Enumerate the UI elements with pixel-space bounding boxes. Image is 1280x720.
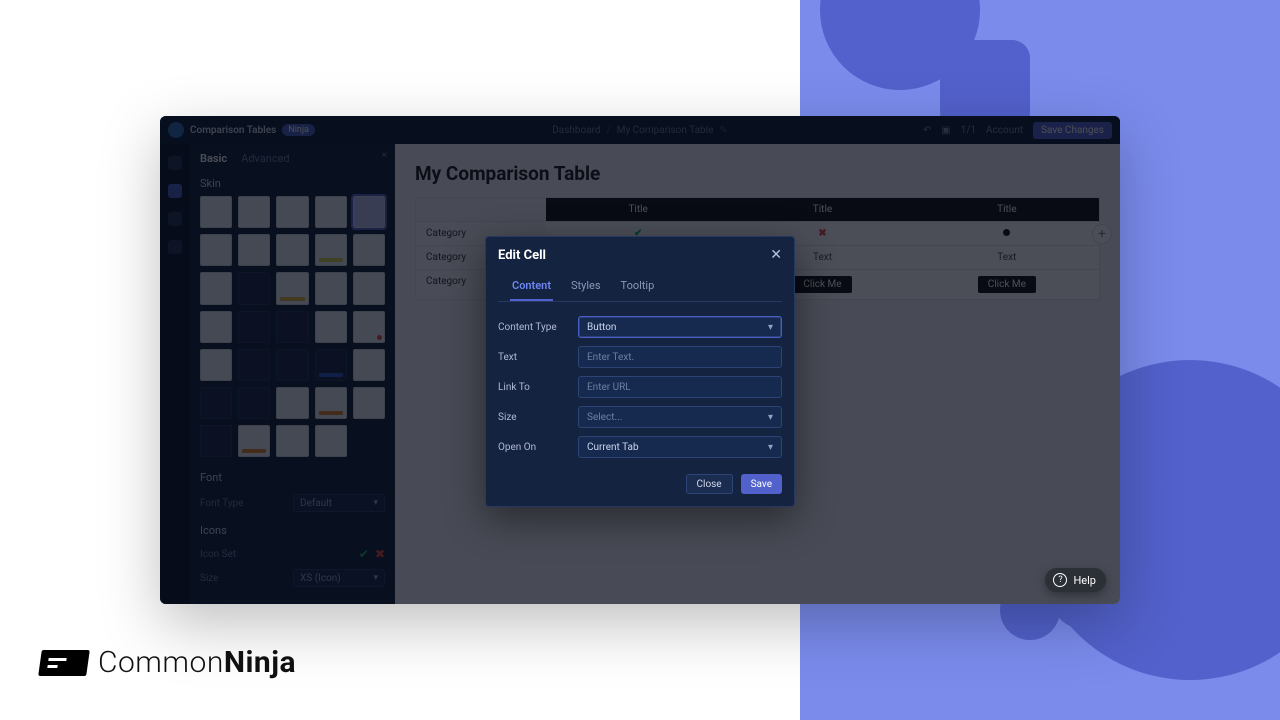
size-value: Select... (587, 412, 622, 423)
open-on-select[interactable]: Current Tab ▾ (578, 436, 782, 458)
link-to-placeholder: Enter URL (587, 382, 631, 393)
modal-title: Edit Cell (498, 248, 546, 263)
content-type-label: Content Type (498, 322, 570, 333)
chevron-down-icon: ▾ (768, 412, 773, 423)
help-button[interactable]: ? Help (1045, 568, 1106, 592)
brand-word-b: Ninja (224, 645, 296, 680)
text-input[interactable]: Enter Text. (578, 346, 782, 368)
content-type-select[interactable]: Button ▾ (578, 316, 782, 338)
modal-tabs: Content Styles Tooltip (498, 273, 782, 302)
modal-save-button[interactable]: Save (741, 474, 782, 494)
chevron-down-icon: ▾ (768, 322, 773, 333)
link-to-label: Link To (498, 382, 570, 393)
modal-tab-tooltip[interactable]: Tooltip (619, 273, 657, 301)
help-icon: ? (1053, 573, 1067, 587)
modal-tab-styles[interactable]: Styles (569, 273, 603, 301)
text-placeholder: Enter Text. (587, 352, 634, 363)
open-on-value: Current Tab (587, 442, 639, 453)
help-label: Help (1073, 574, 1096, 587)
modal-close-button[interactable]: Close (686, 474, 733, 494)
link-to-input[interactable]: Enter URL (578, 376, 782, 398)
modal-close-icon[interactable]: ✕ (770, 247, 782, 263)
brand-word-a: Common (98, 645, 224, 680)
app-window: Comparison Tables Ninja Dashboard / My C… (160, 116, 1120, 604)
size-select[interactable]: Select... ▾ (578, 406, 782, 428)
brand-logo: CommonNinja (40, 645, 296, 680)
size-label: Size (498, 412, 570, 423)
text-label: Text (498, 352, 570, 363)
open-on-label: Open On (498, 442, 570, 453)
content-type-value: Button (587, 322, 616, 333)
modal-tab-content[interactable]: Content (510, 273, 553, 301)
edit-cell-modal: Edit Cell ✕ Content Styles Tooltip Conte… (485, 236, 795, 507)
brand-mark-icon (38, 650, 90, 676)
chevron-down-icon: ▾ (768, 442, 773, 453)
